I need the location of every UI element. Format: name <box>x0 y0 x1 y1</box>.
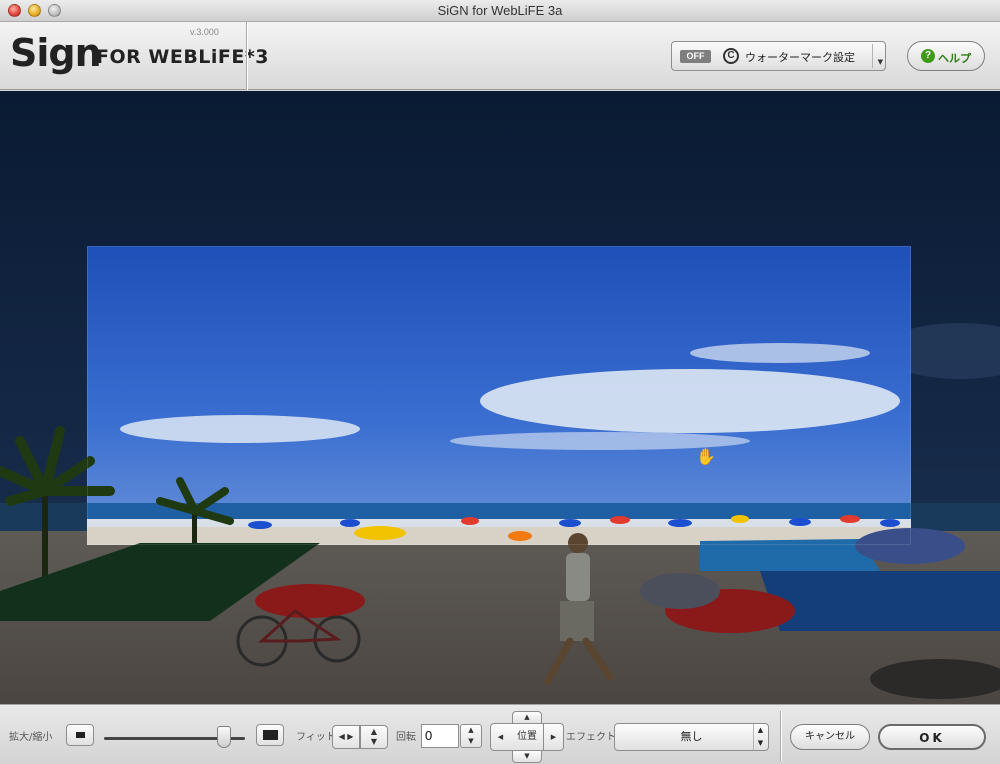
app-logo-subtitle: FOR WEBLiFE*3 <box>96 46 270 68</box>
app-logo: Sign <box>10 31 102 75</box>
question-icon: ? <box>921 49 935 63</box>
zoom-label: 拡大/縮小 <box>9 732 53 743</box>
effect-label: エフェクト <box>566 732 616 743</box>
rotate-input[interactable]: 0 <box>421 724 459 748</box>
window-title: SiGN for WebLiFE 3a <box>437 3 563 18</box>
help-label: ヘルプ <box>938 52 971 65</box>
fit-horizontal-button[interactable]: ◀ ▶ <box>332 725 360 749</box>
position-label: 位置 <box>510 723 544 751</box>
effect-value: 無し <box>680 730 703 743</box>
toolbar-divider <box>780 711 782 761</box>
dropdown-divider <box>872 44 873 68</box>
zoom-out-button[interactable] <box>66 724 94 746</box>
title-bar: SiGN for WebLiFE 3a <box>0 0 1000 22</box>
position-dpad: ▲ ◀ 位置 ▶ ▼ <box>490 711 564 763</box>
red-umbrella <box>255 584 365 618</box>
watermark-settings-label: ウォーターマーク設定 <box>745 51 855 64</box>
large-square-icon <box>263 730 278 740</box>
select-arrows-icon: ▲ ▼ <box>753 724 767 750</box>
help-button[interactable]: ? ヘルプ <box>907 41 985 71</box>
zoom-slider-thumb[interactable] <box>216 726 231 748</box>
copyright-icon: C <box>723 48 739 64</box>
crop-frame[interactable] <box>87 246 911 545</box>
ok-button[interactable]: OK <box>878 724 986 750</box>
watermark-settings-button[interactable]: OFF C ウォーターマーク設定 ▼ <box>671 41 886 71</box>
bottom-toolbar: 拡大/縮小 フィット ◀ ▶ ▲ ▼ 回転 0 ▲ ▼ ▲ ◀ 位置 ▶ ▼ エフェ… <box>0 704 1000 764</box>
move-right-button[interactable]: ▶ <box>543 723 564 751</box>
version-label: v.3.000 <box>190 27 219 37</box>
effect-select[interactable]: 無し ▲ ▼ <box>614 723 769 751</box>
dropdown-arrow-icon: ▼ <box>877 58 883 66</box>
rotate-label: 回転 <box>396 732 416 743</box>
zoom-in-button[interactable] <box>256 724 284 746</box>
fit-vertical-button[interactable]: ▲ ▼ <box>360 725 388 749</box>
cancel-button[interactable]: キャンセル <box>790 724 870 750</box>
small-square-icon <box>76 732 85 738</box>
move-down-button[interactable]: ▼ <box>512 750 542 763</box>
hand-cursor-icon: ✋ <box>696 447 716 466</box>
header-divider <box>246 22 248 90</box>
move-left-button[interactable]: ◀ <box>490 723 511 751</box>
photo-canvas[interactable]: ✋ <box>0 91 1000 704</box>
watermark-off-badge: OFF <box>680 50 711 63</box>
rotate-stepper[interactable]: ▲ ▼ <box>460 724 482 748</box>
fit-label: フィット <box>296 732 336 743</box>
app-header: Sign FOR WEBLiFE*3 v.3.000 OFF C ウォーターマー… <box>0 22 1000 90</box>
